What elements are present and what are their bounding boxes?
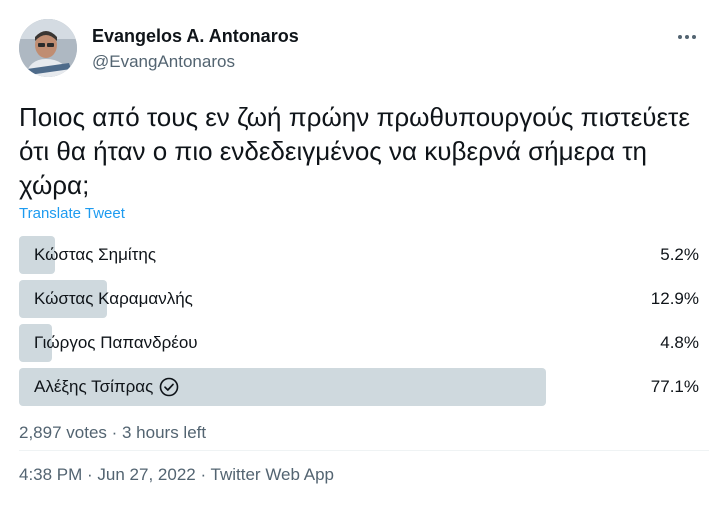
poll-option: Αλέξης Τσίπρας 77.1% [19, 368, 703, 406]
tweet-text: Ποιος από τους εν ζωή πρώην πρωθυπουργού… [19, 102, 690, 200]
poll-option-label: Αλέξης Τσίπρας [34, 377, 154, 396]
avatar-image [19, 19, 77, 77]
poll-option-label: Κώστας Καραμανλής [34, 289, 193, 308]
poll-option-percent: 12.9% [650, 289, 699, 308]
poll-option: Κώστας Σημίτης 5.2% [19, 236, 703, 274]
more-options-icon[interactable] [672, 22, 702, 52]
poll-option-label-winner: Αλέξης Τσίπρας [34, 368, 179, 406]
source-app-link[interactable]: Twitter Web App [211, 465, 334, 484]
divider [19, 450, 709, 451]
author-handle[interactable]: @EvangAntonaros [92, 52, 235, 72]
poll-option-label: Γιώργος Παπανδρέου [34, 333, 198, 352]
poll-option-percent: 5.2% [660, 245, 699, 264]
time-date[interactable]: 4:38 PM · Jun 27, 2022 · [19, 465, 211, 484]
check-circle-icon [159, 377, 179, 397]
avatar[interactable] [19, 19, 77, 77]
poll-option-label: Κώστας Σημίτης [34, 245, 157, 264]
poll-option-percent: 77.1% [650, 377, 699, 396]
poll-option: Γιώργος Παπανδρέου 4.8% [19, 324, 703, 362]
poll-summary: 2,897 votes · 3 hours left [19, 423, 207, 442]
poll-option-percent: 4.8% [660, 333, 699, 352]
author-name[interactable]: Evangelos A. Antonaros [92, 26, 299, 47]
tweet: Evangelos A. Antonaros @EvangAntonaros Π… [0, 0, 727, 510]
translate-tweet-link[interactable]: Translate Tweet [19, 205, 125, 222]
poll-option: Κώστας Καραμανλής 12.9% [19, 280, 703, 318]
tweet-timestamp: 4:38 PM · Jun 27, 2022 · Twitter Web App [19, 465, 334, 485]
